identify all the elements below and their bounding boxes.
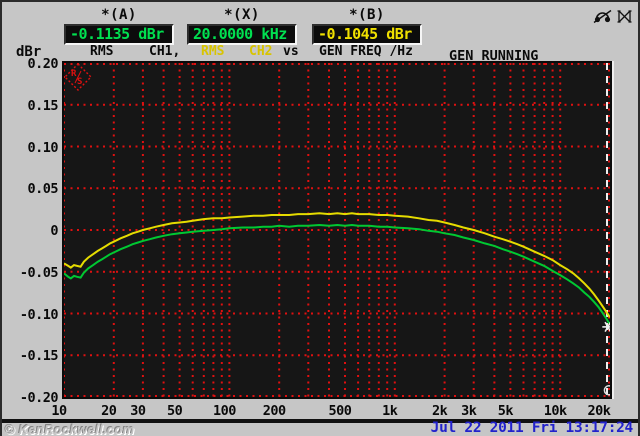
- datetime-display: Jul 22 2011 Fri 13:17:24: [430, 420, 634, 436]
- cursor-x-readout: *(X) 20.0000 kHz: [187, 8, 297, 45]
- y-tick-label: 0.05: [27, 181, 58, 198]
- headphones-muted-icon: [593, 9, 612, 24]
- monitor-icon-tray: [593, 9, 633, 24]
- cursor-a-value: -0.1135 dBr: [64, 24, 174, 45]
- rohde-schwarz-logo-icon: R S: [64, 63, 92, 91]
- x-tick-label: 200: [262, 403, 286, 419]
- speaker-muted-icon: [617, 10, 632, 23]
- y-tick-label: -0.05: [19, 264, 59, 281]
- x-tick-label: 100: [212, 403, 236, 419]
- x-tick-label: 1k: [382, 403, 398, 419]
- audio-analyzer-screen: *(A) -0.1135 dBr *(X) 20.0000 kHz *(B) -…: [0, 0, 640, 436]
- y-tick-label: 0.10: [27, 139, 58, 156]
- trace1-channel-label: CH1,: [149, 44, 181, 59]
- watermark: © KenRockwell.com: [5, 422, 135, 436]
- x-tick-label: 20: [101, 403, 117, 419]
- trace2-function-label: RMS: [201, 44, 225, 59]
- svg-text:S: S: [77, 77, 82, 87]
- trace-ch2: [64, 212, 610, 318]
- trace2-channel-label: CH2: [249, 44, 273, 59]
- vs-label: vs: [283, 44, 299, 59]
- y-tick-label: 0: [50, 223, 58, 239]
- x-tick-label: 5k: [497, 403, 514, 419]
- x-tick-label: 2k: [431, 403, 448, 419]
- cursor-x-label: *(X): [224, 7, 260, 23]
- y-tick-label: -0.15: [19, 348, 59, 365]
- y-tick-label: 0.20: [27, 56, 58, 72]
- x-tick-label: 500: [328, 403, 352, 419]
- cursor-b-value: -0.1045 dBr: [312, 24, 422, 45]
- x-tick-label: 50: [166, 403, 183, 419]
- trace1-function-label: RMS: [90, 44, 114, 59]
- x-tick-label: 20k: [587, 403, 611, 419]
- frequency-response-plot: R S: [62, 61, 612, 399]
- cursor-a-readout: *(A) -0.1135 dBr: [64, 8, 174, 45]
- cursor-b-readout: *(B) -0.1045 dBr: [312, 8, 422, 45]
- x-tick-label: 10: [51, 403, 67, 419]
- cursor-a-label: *(A): [101, 7, 137, 23]
- x-tick-label: 3k: [461, 403, 477, 419]
- plot-canvas: [64, 63, 610, 397]
- y-tick-label: -0.10: [19, 306, 59, 323]
- cursor-b-label: *(B): [349, 7, 385, 23]
- x-tick-label: 30: [130, 403, 146, 419]
- y-tick-label: 0.15: [27, 97, 58, 114]
- cursor-x-value: 20.0000 kHz: [187, 24, 297, 45]
- x-tick-label: 10k: [543, 403, 567, 419]
- trace-ch1: [64, 223, 610, 326]
- x-axis-title: GEN FREQ /Hz: [319, 44, 413, 59]
